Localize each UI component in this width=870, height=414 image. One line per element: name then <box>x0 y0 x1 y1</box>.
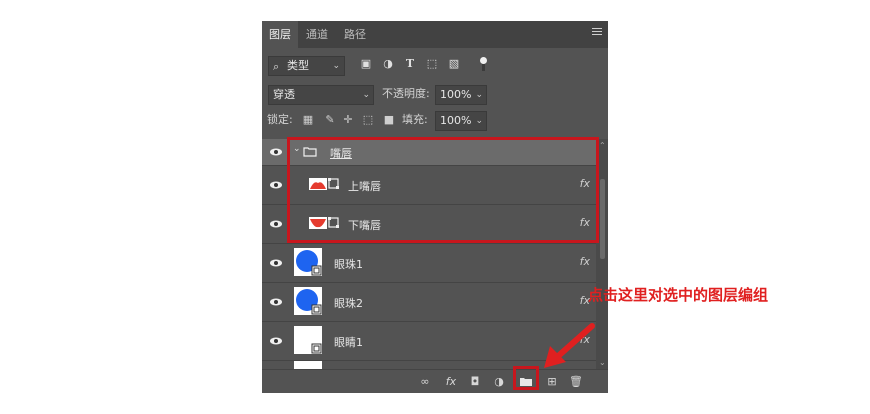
layer-thumbnail <box>294 361 322 369</box>
eye-icon[interactable] <box>269 258 283 268</box>
arrow-icon <box>544 323 595 368</box>
tab-layers[interactable]: 图层 <box>262 21 298 48</box>
search-icon: ⌕ <box>273 60 280 73</box>
lock-position-icon[interactable]: ✛ <box>342 114 354 126</box>
chevron-up-icon[interactable]: ⌃ <box>599 141 606 150</box>
layers-bottom-toolbar: ∞ fx ◘ ◑ ⊞ 🗑 <box>262 369 608 393</box>
eye-icon[interactable] <box>269 297 283 307</box>
layer-name[interactable]: 眼珠2 <box>334 295 363 311</box>
delete-layer-icon[interactable]: 🗑 <box>569 375 583 389</box>
layer-thumbnail <box>294 287 322 315</box>
add-layer-style-icon[interactable]: fx <box>444 375 458 389</box>
chevron-down-icon: ⌄ <box>332 61 340 71</box>
chevron-down-icon[interactable]: ⌄ <box>599 358 606 367</box>
layer-row[interactable]: 眼珠1 fx <box>262 244 596 283</box>
blend-mode-select[interactable]: 穿透 ⌄ <box>268 85 374 105</box>
image-filter-icon[interactable]: ▣ <box>360 58 372 70</box>
adjustment-filter-icon[interactable]: ◑ <box>382 58 394 70</box>
scrollbar-thumb[interactable] <box>600 179 605 259</box>
chevron-down-icon: ⌄ <box>362 90 370 100</box>
shape-filter-icon[interactable]: ⬚ <box>426 58 438 70</box>
blend-mode-value: 穿透 <box>273 88 295 101</box>
tab-channels[interactable]: 通道 <box>300 21 334 48</box>
layer-thumbnail <box>294 248 322 276</box>
smart-object-filter-icon[interactable]: ▧ <box>448 58 460 70</box>
chevron-down-icon: ⌄ <box>475 116 483 126</box>
callout-text: 点击这里对选中的图层编组 <box>588 286 769 304</box>
lock-all-icon[interactable]: ■ <box>383 114 395 126</box>
panel-menu-icon[interactable] <box>592 28 602 38</box>
eye-icon[interactable] <box>269 147 283 157</box>
opacity-label: 不透明度: <box>382 87 430 100</box>
new-layer-icon[interactable]: ⊞ <box>545 375 559 389</box>
fill-label: 填充: <box>402 113 428 126</box>
eye-icon[interactable] <box>269 336 283 346</box>
fill-value: 100% <box>440 114 472 127</box>
selected-layers-highlight <box>287 137 599 243</box>
lock-transparent-pixels-icon[interactable]: ▦ <box>302 114 314 126</box>
chevron-down-icon: ⌄ <box>475 90 483 100</box>
opacity-value: 100% <box>440 88 472 101</box>
filter-row: ⌕ 类型 ⌄ ▣ ◑ T ⬚ ▧ <box>262 48 608 83</box>
group-button-highlight <box>513 366 539 390</box>
fill-input[interactable]: 100% ⌄ <box>435 111 487 131</box>
filter-toggle-icon[interactable] <box>480 57 487 71</box>
lock-label: 锁定: <box>267 113 293 126</box>
new-adjustment-layer-icon[interactable]: ◑ <box>492 375 506 389</box>
layer-effects-icon[interactable]: fx <box>580 255 590 268</box>
filter-kind-label: 类型 <box>287 59 309 72</box>
layer-row[interactable]: 眼珠2 fx <box>262 283 596 322</box>
lock-artboard-icon[interactable]: ⬚ <box>362 114 374 126</box>
eye-icon[interactable] <box>269 219 283 229</box>
tab-paths[interactable]: 路径 <box>338 21 372 48</box>
layer-name[interactable]: 眼珠1 <box>334 256 363 272</box>
lock-image-pixels-icon[interactable]: ✎ <box>324 114 336 126</box>
type-filter-icon[interactable]: T <box>404 58 416 70</box>
opacity-input[interactable]: 100% ⌄ <box>435 85 487 105</box>
tab-bar: 图层 通道 路径 <box>262 21 608 48</box>
blend-row: 穿透 ⌄ 不透明度: 100% ⌄ <box>262 83 608 109</box>
add-mask-icon[interactable]: ◘ <box>468 375 482 389</box>
layer-thumbnail <box>294 326 322 354</box>
eye-icon[interactable] <box>269 180 283 190</box>
filter-kind-select[interactable]: ⌕ 类型 ⌄ <box>268 56 345 76</box>
lock-row: 锁定: ▦ ✎ ✛ ⬚ ■ 填充: 100% ⌄ <box>262 109 608 137</box>
layer-name[interactable]: 眼睛1 <box>334 334 363 350</box>
link-layers-icon[interactable]: ∞ <box>418 375 432 389</box>
